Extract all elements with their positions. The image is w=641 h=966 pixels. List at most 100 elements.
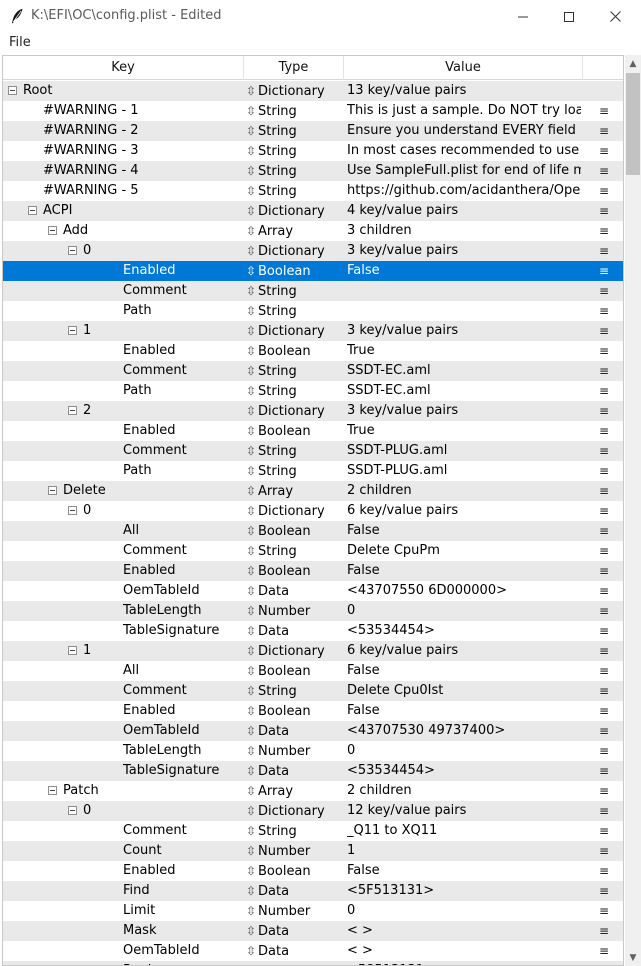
- tree-row[interactable]: Add ⇳ Array 3 children ≡: [3, 221, 623, 241]
- maximize-button[interactable]: [546, 0, 592, 33]
- row-value[interactable]: False: [347, 261, 581, 281]
- drag-handle-icon[interactable]: ≡: [597, 881, 611, 901]
- row-value[interactable]: 3 children: [347, 221, 581, 241]
- drag-handle-icon[interactable]: ≡: [597, 141, 611, 161]
- row-type[interactable]: ⇳ String: [246, 181, 297, 201]
- collapse-toggle-icon[interactable]: [68, 646, 77, 655]
- row-type[interactable]: ⇳Data: [246, 621, 289, 641]
- tree-row[interactable]: #WARNING - 2 ⇳ String Ensure you understand…: [3, 121, 623, 141]
- row-value[interactable]: False: [347, 661, 581, 681]
- row-value[interactable]: SSDT-EC.aml: [347, 381, 581, 401]
- scroll-up-icon[interactable]: ▲: [625, 55, 641, 72]
- collapse-toggle-icon[interactable]: [68, 506, 77, 515]
- collapse-toggle-icon[interactable]: [8, 86, 17, 95]
- drag-handle-icon[interactable]: ≡: [597, 401, 611, 421]
- drag-handle-icon[interactable]: ≡: [597, 261, 611, 281]
- tree-row[interactable]: All ⇳ Boolean False ≡: [3, 521, 623, 541]
- row-value[interactable]: 2 children: [347, 781, 581, 801]
- row-type[interactable]: ⇳ String: [246, 821, 297, 841]
- row-value[interactable]: [347, 301, 581, 321]
- row-value[interactable]: 1: [347, 841, 581, 861]
- tree-row[interactable]: 0 ⇳ Dictionary 3 key/value pairs ≡: [3, 241, 623, 261]
- row-type[interactable]: ⇳ Array: [246, 221, 293, 241]
- row-type[interactable]: ⇳Data: [246, 921, 289, 941]
- drag-handle-icon[interactable]: ≡: [597, 301, 611, 321]
- row-value[interactable]: 0: [347, 901, 581, 921]
- tree-row[interactable]: All ⇳ Boolean False ≡: [3, 661, 623, 681]
- row-type[interactable]: ⇳Data: [246, 941, 289, 961]
- drag-handle-icon[interactable]: ≡: [597, 421, 611, 441]
- drag-handle-icon[interactable]: ≡: [597, 481, 611, 501]
- row-type[interactable]: ⇳ String: [246, 381, 297, 401]
- row-type[interactable]: ⇳ Dictionary: [246, 401, 325, 421]
- tree-row[interactable]: Path ⇳ String SSDT-PLUG.aml ≡: [3, 461, 623, 481]
- row-type[interactable]: ⇳ Boolean: [246, 561, 311, 581]
- row-value[interactable]: https://github.com/acidanthera/Oper: [347, 181, 581, 201]
- drag-handle-icon[interactable]: ≡: [597, 121, 611, 141]
- row-value[interactable]: This is just a sample. Do NOT try loadi: [347, 101, 581, 121]
- tree-row[interactable]: Comment ⇳ String Delete Cpu0Ist ≡: [3, 681, 623, 701]
- drag-handle-icon[interactable]: ≡: [597, 241, 611, 261]
- tree-row[interactable]: Comment ⇳ String SSDT-EC.aml ≡: [3, 361, 623, 381]
- drag-handle-icon[interactable]: ≡: [597, 161, 611, 181]
- row-value[interactable]: Delete CpuPm: [347, 541, 581, 561]
- row-value[interactable]: Delete Cpu0Ist: [347, 681, 581, 701]
- drag-handle-icon[interactable]: ≡: [597, 601, 611, 621]
- tree-row[interactable]: TableSignature ⇳ Data <53534454> ≡: [3, 761, 623, 781]
- row-type[interactable]: ⇳ Array: [246, 781, 293, 801]
- drag-handle-icon[interactable]: ≡: [597, 641, 611, 661]
- row-type[interactable]: ⇳ Number: [246, 841, 310, 861]
- row-value[interactable]: 13 key/value pairs: [347, 81, 581, 101]
- row-value[interactable]: 3 key/value pairs: [347, 401, 581, 421]
- row-value[interactable]: True: [347, 421, 581, 441]
- row-value[interactable]: SSDT-PLUG.aml: [347, 441, 581, 461]
- tree-row[interactable]: Root ⇳ Dictionary 13 key/value pairs: [3, 81, 623, 101]
- row-value[interactable]: <43707550 6D000000>: [347, 581, 581, 601]
- scroll-down-icon[interactable]: ▼: [625, 949, 641, 966]
- drag-handle-icon[interactable]: ≡: [597, 701, 611, 721]
- row-type[interactable]: ⇳ Dictionary: [246, 321, 325, 341]
- drag-handle-icon[interactable]: ≡: [597, 661, 611, 681]
- row-value[interactable]: <53534454>: [347, 621, 581, 641]
- row-value[interactable]: <58513131>: [347, 961, 581, 965]
- tree-row[interactable]: ACPI ⇳ Dictionary 4 key/value pairs ≡: [3, 201, 623, 221]
- tree-row[interactable]: Enabled ⇳ Boolean False ≡: [3, 561, 623, 581]
- tree-row[interactable]: Path ⇳ String SSDT-EC.aml ≡: [3, 381, 623, 401]
- row-type[interactable]: ⇳ Boolean: [246, 521, 311, 541]
- tree-row[interactable]: Count ⇳ Number 1 ≡: [3, 841, 623, 861]
- collapse-toggle-icon[interactable]: [68, 806, 77, 815]
- tree-row[interactable]: Delete ⇳ Array 2 children ≡: [3, 481, 623, 501]
- column-header-key[interactable]: Key: [3, 56, 243, 80]
- row-type[interactable]: ⇳ Boolean: [246, 261, 311, 281]
- row-type[interactable]: ⇳ Boolean: [246, 421, 311, 441]
- tree-row[interactable]: Find ⇳ Data <5F513131> ≡: [3, 881, 623, 901]
- drag-handle-icon[interactable]: ≡: [597, 621, 611, 641]
- drag-handle-icon[interactable]: ≡: [597, 461, 611, 481]
- row-type[interactable]: ⇳ Number: [246, 601, 310, 621]
- row-value[interactable]: 2 children: [347, 481, 581, 501]
- row-type[interactable]: ⇳ Dictionary: [246, 801, 325, 821]
- drag-handle-icon[interactable]: ≡: [597, 561, 611, 581]
- tree-row[interactable]: Enabled ⇳ Boolean False ≡: [3, 261, 623, 281]
- tree-row[interactable]: Patch ⇳ Array 2 children ≡: [3, 781, 623, 801]
- drag-handle-icon[interactable]: ≡: [597, 581, 611, 601]
- collapse-toggle-icon[interactable]: [68, 246, 77, 255]
- row-value[interactable]: <43707530 49737400>: [347, 721, 581, 741]
- column-divider[interactable]: [582, 56, 583, 80]
- tree-row[interactable]: Enabled ⇳ Boolean False ≡: [3, 701, 623, 721]
- tree-row[interactable]: #WARNING - 1 ⇳ String This is just a sample…: [3, 101, 623, 121]
- tree-row[interactable]: Enabled ⇳ Boolean True ≡: [3, 341, 623, 361]
- row-type[interactable]: ⇳ String: [246, 441, 297, 461]
- row-value[interactable]: [347, 281, 581, 301]
- tree-row[interactable]: Path ⇳ String ≡: [3, 301, 623, 321]
- row-value[interactable]: 6 key/value pairs: [347, 641, 581, 661]
- row-value[interactable]: Use SampleFull.plist for end of life mo: [347, 161, 581, 181]
- row-value[interactable]: SSDT-PLUG.aml: [347, 461, 581, 481]
- tree-row[interactable]: OemTableId ⇳ Data <43707530 49737400> ≡: [3, 721, 623, 741]
- collapse-toggle-icon[interactable]: [48, 786, 57, 795]
- row-value[interactable]: 3 key/value pairs: [347, 241, 581, 261]
- drag-handle-icon[interactable]: ≡: [597, 821, 611, 841]
- tree-row[interactable]: Comment ⇳ String ≡: [3, 281, 623, 301]
- row-value[interactable]: 6 key/value pairs: [347, 501, 581, 521]
- tree-row[interactable]: 0 ⇳ Dictionary 6 key/value pairs ≡: [3, 501, 623, 521]
